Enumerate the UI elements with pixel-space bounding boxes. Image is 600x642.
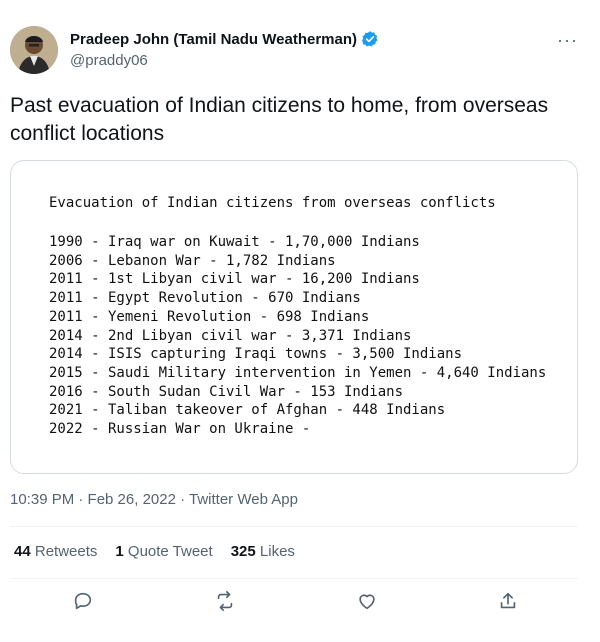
quote-count: 1 — [115, 543, 124, 560]
retweet-icon[interactable] — [214, 590, 238, 614]
retweets-count: 44 — [14, 543, 31, 560]
author-name-row[interactable]: Pradeep John (Tamil Nadu Weatherman) — [70, 30, 379, 48]
likes-count: 325 — [230, 543, 256, 560]
list-item: 2011 - Egypt Revolution - 670 Indians — [49, 290, 361, 307]
tweet-image-card[interactable]: Evacuation of Indian citizens from overs… — [10, 160, 578, 474]
list-item: 2014 - ISIS capturing Iraqi towns - 3,50… — [49, 346, 463, 363]
list-item: 2015 - Saudi Military intervention in Ye… — [49, 364, 547, 381]
tweet-header: Pradeep John (Tamil Nadu Weatherman) @pr… — [10, 26, 590, 76]
author-info: Pradeep John (Tamil Nadu Weatherman) @pr… — [70, 30, 379, 69]
list-item: 2016 - South Sudan Civil War - 153 India… — [49, 383, 404, 400]
list-item: 2006 - Lebanon War - 1,782 Indians — [49, 252, 336, 269]
reply-icon[interactable] — [72, 590, 96, 614]
share-icon[interactable] — [497, 590, 521, 614]
author-handle[interactable]: @praddy06 — [70, 52, 379, 69]
avatar-image — [10, 26, 58, 74]
list-item: 2021 - Taliban takeover of Afghan - 448 … — [49, 402, 446, 419]
divider — [10, 526, 578, 527]
verified-badge-icon — [361, 30, 379, 48]
quote-label: Quote Tweet — [127, 543, 213, 560]
likes-stat[interactable]: 325 Likes — [231, 543, 295, 560]
avatar[interactable] — [10, 26, 58, 74]
list-item: 2014 - 2nd Libyan civil war - 3,371 Indi… — [49, 327, 412, 344]
tweet: Pradeep John (Tamil Nadu Weatherman) @pr… — [0, 0, 600, 642]
list-item: 2011 - Yemeni Revolution - 698 Indians — [49, 308, 370, 325]
tweet-actions — [0, 590, 600, 620]
retweets-label: Retweets — [34, 543, 98, 560]
list-item: 1990 - Iraq war on Kuwait - 1,70,000 Ind… — [49, 234, 420, 250]
like-icon[interactable] — [356, 590, 380, 614]
more-dots-icon[interactable]: ··· — [557, 30, 578, 51]
tweet-stats: 44 Retweets 1 Quote Tweet 325 Likes — [14, 543, 295, 560]
list-item: 2011 - 1st Libyan civil war - 16,200 Ind… — [49, 271, 420, 288]
likes-label: Likes — [259, 543, 295, 560]
tweet-meta[interactable]: 10:39 PM · Feb 26, 2022 · Twitter Web Ap… — [10, 491, 298, 508]
evacuation-list: 1990 - Iraq war on Kuwait - 1,70,000 Ind… — [49, 233, 546, 439]
list-item: 2022 - Russian War on Ukraine - — [49, 421, 311, 438]
author-display-name[interactable]: Pradeep John (Tamil Nadu Weatherman) — [70, 31, 357, 48]
card-title: Evacuation of Indian citizens from overs… — [49, 195, 496, 211]
retweets-stat[interactable]: 44 Retweets — [14, 543, 97, 560]
divider — [10, 578, 578, 579]
quote-tweets-stat[interactable]: 1 Quote Tweet — [115, 543, 212, 560]
tweet-text: Past evacuation of Indian citizens to ho… — [10, 94, 549, 145]
